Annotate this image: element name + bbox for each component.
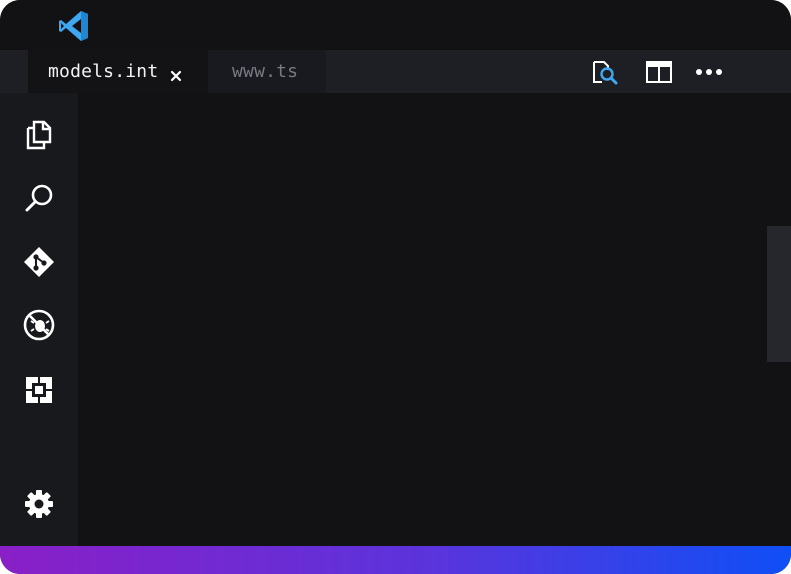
tab-label: models.int <box>48 61 159 82</box>
editor-window: models.int www.ts <box>0 0 791 574</box>
activity-bar <box>0 93 78 546</box>
search-file-icon[interactable] <box>590 58 620 86</box>
source-control-icon[interactable] <box>22 245 56 279</box>
explorer-icon[interactable] <box>22 117 56 151</box>
more-actions-icon[interactable] <box>694 58 724 86</box>
debug-icon[interactable] <box>22 308 56 342</box>
scrollbar-thumb[interactable] <box>767 226 791 362</box>
vscode-logo-icon <box>57 9 91 43</box>
close-icon[interactable] <box>170 66 182 81</box>
editor-area[interactable] <box>78 93 791 546</box>
title-bar <box>0 0 791 50</box>
tab-bar: models.int www.ts <box>0 50 791 93</box>
split-editor-icon[interactable] <box>644 58 674 86</box>
search-icon[interactable] <box>22 181 56 215</box>
tab-label: www.ts <box>232 61 299 82</box>
extensions-icon[interactable] <box>22 373 56 407</box>
tab-models-int[interactable]: models.int <box>28 50 208 93</box>
status-bar <box>0 546 791 574</box>
settings-gear-icon[interactable] <box>22 487 56 521</box>
tab-www-ts[interactable]: www.ts <box>208 50 326 93</box>
